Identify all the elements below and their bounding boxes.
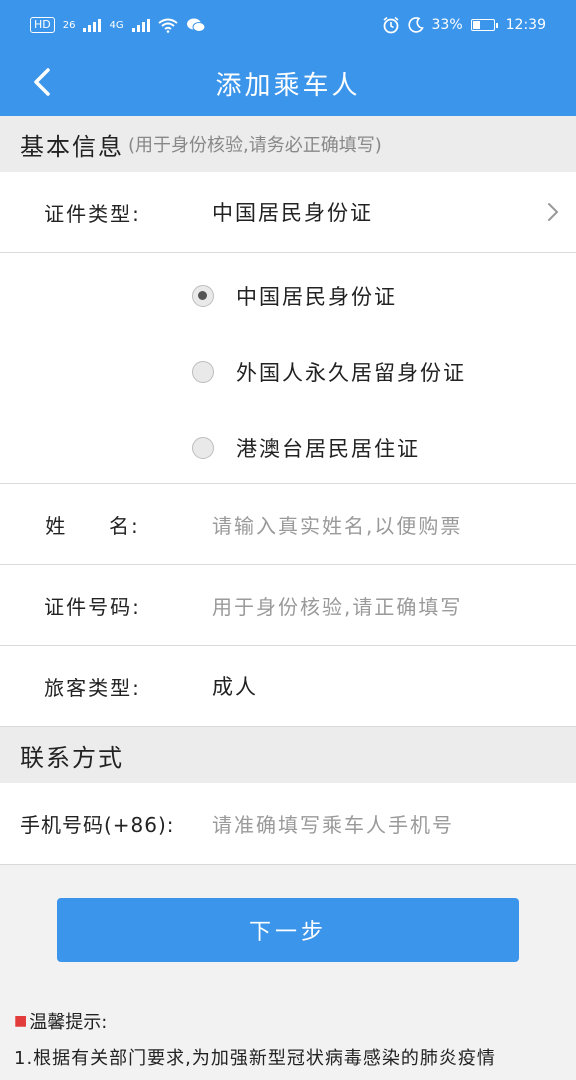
basic-info-header: 基本信息 (用于身份核验,请务必正确填写) <box>0 116 576 172</box>
id-number-input[interactable]: 用于身份核验,请正确填写 <box>212 591 462 620</box>
signal-icon <box>83 18 102 32</box>
id-type-value: 中国居民身份证 <box>212 201 373 225</box>
id-type-row[interactable]: 证件类型: 中国居民身份证 <box>0 172 576 253</box>
wifi-icon <box>157 18 178 33</box>
clock: 12:39 <box>505 17 546 33</box>
battery-icon <box>470 19 498 31</box>
network-label-2: 4G <box>109 19 124 31</box>
id-type-label: 证件类型: <box>44 201 141 226</box>
radio-unchecked-icon[interactable] <box>192 361 214 383</box>
back-button[interactable] <box>22 62 62 102</box>
hd-badge: HD <box>30 17 55 33</box>
tips-title-row: ■ 温馨提示: <box>14 1008 566 1034</box>
moon-icon <box>407 17 424 33</box>
id-number-label: 证件号码: <box>44 594 141 619</box>
next-step-button[interactable]: 下一步 <box>57 898 519 962</box>
signal-icon-2 <box>131 18 150 32</box>
id-type-options: 中国居民身份证 外国人永久居留身份证 港澳台居民居住证 <box>0 253 576 484</box>
tips-title: 温馨提示: <box>29 1012 108 1033</box>
radio-checked-icon[interactable] <box>192 285 214 307</box>
page-title: 添加乘车人 <box>215 70 361 101</box>
radio-unchecked-icon[interactable] <box>192 437 214 459</box>
passenger-type-label: 旅客类型: <box>44 675 141 700</box>
phone-label: 手机号码(+86): <box>20 813 175 837</box>
basic-info-hint: (用于身份核验,请务必正确填写) <box>128 135 382 156</box>
id-option-label: 港澳台居民居住证 <box>236 437 420 461</box>
id-option-label: 中国居民身份证 <box>236 285 397 309</box>
name-label: 姓 名: <box>45 513 140 538</box>
phone-input[interactable]: 请准确填写乘车人手机号 <box>212 809 454 838</box>
wechat-icon <box>186 18 206 32</box>
id-option-foreigner-card[interactable]: 外国人永久居留身份证 <box>192 357 466 387</box>
id-option-label: 外国人永久居留身份证 <box>236 361 466 385</box>
name-input[interactable]: 请输入真实姓名,以便购票 <box>212 510 462 539</box>
status-bar: HD 26 4G 33% 12:39 <box>0 0 576 50</box>
phone-row: 手机号码(+86): 请准确填写乘车人手机号 <box>0 783 576 865</box>
passenger-type-row[interactable]: 旅客类型: 成人 <box>0 646 576 727</box>
chevron-right-icon <box>548 203 559 221</box>
id-number-row: 证件号码: 用于身份核验,请正确填写 <box>0 565 576 646</box>
contact-header: 联系方式 <box>0 727 576 783</box>
chevron-left-icon <box>34 68 50 96</box>
contact-title: 联系方式 <box>20 743 124 772</box>
id-option-hmt-permit[interactable]: 港澳台居民居住证 <box>192 433 420 463</box>
status-right: 33% 12:39 <box>382 16 546 34</box>
alarm-icon <box>383 16 399 34</box>
tips-line: 1.根据有关部门要求,为加强新型冠状病毒感染的肺炎疫情 <box>14 1048 496 1069</box>
status-left: HD 26 4G <box>30 17 206 33</box>
basic-info-title: 基本信息 <box>20 132 124 161</box>
tips-section: ■ 温馨提示: 1.根据有关部门要求,为加强新型冠状病毒感染的肺炎疫情 <box>14 1008 566 1070</box>
passenger-type-value: 成人 <box>212 675 258 699</box>
id-option-resident-card[interactable]: 中国居民身份证 <box>192 281 397 311</box>
battery-percent: 33% <box>431 17 463 33</box>
nav-bar: 添加乘车人 <box>0 50 576 116</box>
bullet-icon: ■ <box>14 1013 28 1029</box>
network-label-1: 26 <box>62 19 76 31</box>
name-row: 姓 名: 请输入真实姓名,以便购票 <box>0 484 576 565</box>
